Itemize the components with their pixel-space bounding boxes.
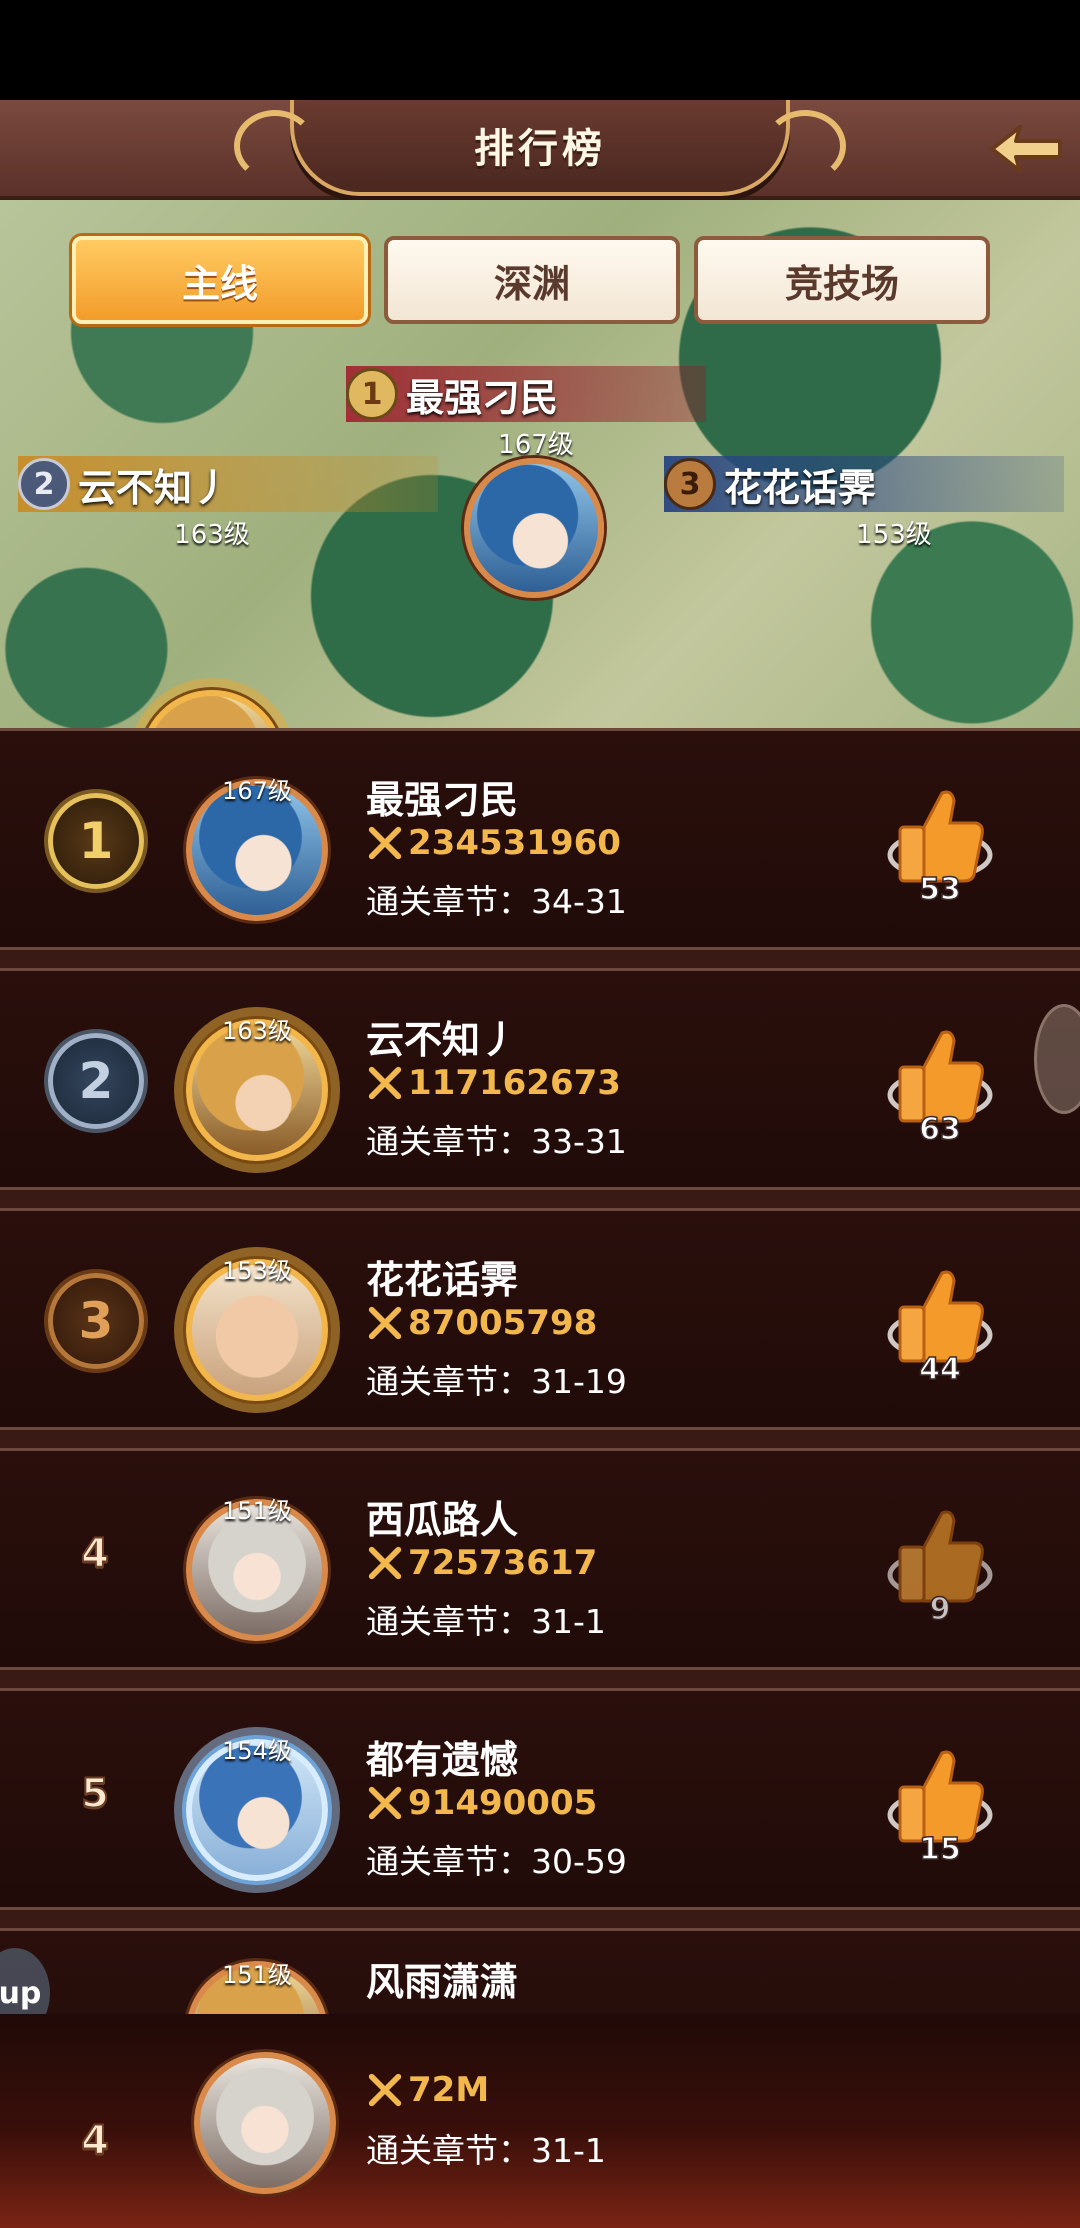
podium-second-name: 云不知丿	[78, 465, 231, 510]
my-combat-power: 72M	[366, 2070, 489, 2110]
like-button[interactable]: 63	[884, 1023, 996, 1153]
level-label: 154级	[222, 1737, 292, 1765]
chapter-cleared: 通关章节：31-19	[366, 1362, 627, 1401]
player-name: 都有遗憾	[366, 1738, 519, 1782]
side-float-label: up	[0, 1975, 42, 2011]
back-button[interactable]	[984, 114, 1068, 184]
header: 排行榜	[0, 100, 1080, 200]
podium-first-banner: 1 最强刁民	[346, 366, 706, 422]
page-title: 排行榜	[474, 126, 606, 172]
podium-first-name: 最强刁民	[406, 375, 559, 420]
crossed-swords-icon	[368, 1786, 402, 1820]
chapter-cleared: 通关章节：30-59	[366, 1842, 627, 1881]
rank-number: 5	[80, 1770, 110, 1818]
combat-power-value: 234531960	[408, 823, 621, 863]
my-rank-panel: 4 72M 通关章节：31-1	[0, 2014, 1080, 2228]
table-row[interactable]: 2 163级 云不知丿 117162673 通关章节：33-31 63	[0, 968, 1080, 1190]
divider	[0, 1430, 1080, 1448]
podium-first-level: 167级	[498, 430, 574, 460]
tab-abyss[interactable]: 深渊	[384, 236, 680, 324]
divider	[0, 950, 1080, 968]
title-plaque: 排行榜	[234, 100, 846, 196]
divider	[0, 1910, 1080, 1928]
chapter-cleared: 通关章节：33-31	[366, 1122, 627, 1161]
rank-badge: 3	[664, 458, 716, 510]
tab-arena[interactable]: 竞技场	[694, 236, 990, 324]
podium-third-banner: 3 花花话霁	[664, 456, 1064, 512]
divider	[0, 1190, 1080, 1208]
podium-second-banner: 2 云不知丿	[18, 456, 438, 512]
combat-power: 72573617	[366, 1543, 597, 1583]
tab-abyss-label: 深渊	[493, 261, 570, 306]
rank-badge: 1	[346, 368, 398, 420]
divider	[0, 1670, 1080, 1688]
table-row[interactable]: 151级 风雨潇潇	[0, 1928, 1080, 2018]
podium-third-name: 花花话霁	[724, 465, 877, 510]
combat-power: 117162673	[366, 1063, 621, 1103]
combat-power: 87005798	[366, 1303, 597, 1343]
level-label: 151级	[222, 1961, 292, 1989]
combat-power-value: 72573617	[408, 1543, 598, 1583]
level-label: 163级	[222, 1017, 292, 1045]
like-button[interactable]: 15	[884, 1743, 996, 1873]
rank-number: 4	[80, 1530, 110, 1578]
level-label: 167级	[222, 777, 292, 805]
crossed-swords-icon	[368, 2073, 402, 2107]
crossed-swords-icon	[368, 826, 402, 860]
back-arrow-icon	[990, 125, 1062, 173]
combat-power-value: 117162673	[408, 1063, 621, 1103]
podium-second-level: 163级	[174, 520, 250, 550]
my-chapter-cleared: 通关章节：31-1	[366, 2131, 606, 2170]
table-row[interactable]: 1 167级 最强刁民 234531960 通关章节：34-31 53	[0, 728, 1080, 950]
combat-power: 234531960	[366, 823, 621, 863]
player-name: 最强刁民	[366, 778, 519, 822]
crossed-swords-icon	[368, 1066, 402, 1100]
player-name: 西瓜路人	[366, 1498, 519, 1542]
combat-power-value: 87005798	[408, 1303, 598, 1343]
like-button[interactable]: 44	[884, 1263, 996, 1393]
gold-medal-icon: 1	[48, 793, 144, 889]
like-count: 53	[918, 871, 961, 908]
my-avatar[interactable]	[194, 2052, 336, 2194]
rank-badge: 2	[18, 458, 70, 510]
like-button[interactable]: 9	[884, 1503, 996, 1633]
like-count: 44	[918, 1351, 961, 1388]
tab-main[interactable]: 主线	[72, 236, 368, 324]
combat-power-value: 91490005	[408, 1783, 598, 1823]
silver-medal-icon: 2	[48, 1033, 144, 1129]
table-row[interactable]: 5 154级 都有遗憾 91490005 通关章节：30-59 15	[0, 1688, 1080, 1910]
tab-arena-label: 竞技场	[784, 261, 899, 306]
like-count: 15	[918, 1831, 961, 1868]
level-label: 151级	[222, 1497, 292, 1525]
like-count: 63	[918, 1111, 961, 1148]
player-name: 花花话霁	[366, 1258, 519, 1302]
my-rank-number: 4	[80, 2117, 110, 2165]
level-label: 153级	[222, 1257, 292, 1285]
table-row[interactable]: 4 151级 西瓜路人 72573617 通关章节：31-1 9	[0, 1448, 1080, 1670]
chapter-cleared: 通关章节：34-31	[366, 882, 627, 921]
status-bar	[0, 0, 1080, 100]
table-row[interactable]: 3 153级 花花话霁 87005798 通关章节：31-19 44	[0, 1208, 1080, 1430]
combat-power: 91490005	[366, 1783, 597, 1823]
like-button[interactable]: 53	[884, 783, 996, 913]
ranking-list[interactable]: 1 167级 最强刁民 234531960 通关章节：34-31 53 2 16…	[0, 728, 1080, 2018]
chapter-cleared: 通关章节：31-1	[366, 1602, 606, 1641]
tab-main-label: 主线	[181, 261, 258, 306]
crossed-swords-icon	[368, 1306, 402, 1340]
bronze-medal-icon: 3	[48, 1273, 144, 1369]
podium-first-avatar[interactable]	[464, 458, 604, 598]
podium-third-level: 153级	[856, 520, 932, 550]
crossed-swords-icon	[368, 1546, 402, 1580]
player-name: 云不知丿	[366, 1018, 519, 1062]
my-combat-power-value: 72M	[408, 2070, 490, 2110]
like-count: 9	[929, 1591, 951, 1628]
player-name: 风雨潇潇	[366, 1960, 519, 2004]
